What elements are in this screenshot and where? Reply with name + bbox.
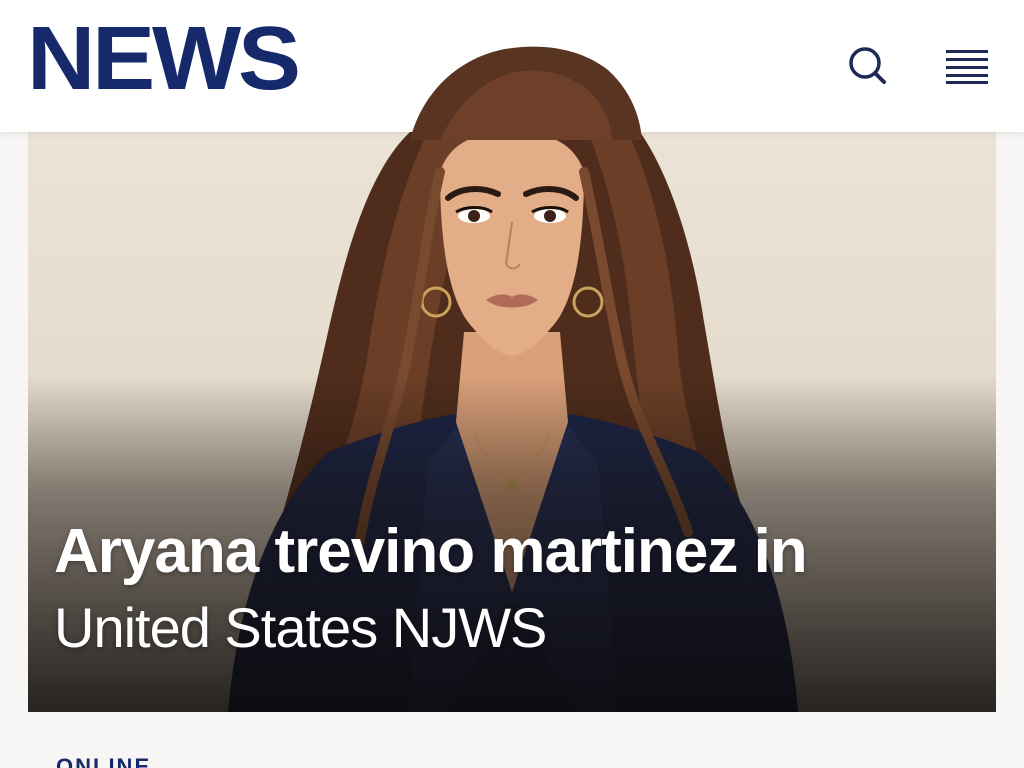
search-button[interactable] [842, 40, 894, 92]
search-icon [849, 47, 886, 84]
news-page: NEWS Aryana trevino martinez in United S… [0, 0, 1024, 768]
menu-button[interactable] [941, 40, 993, 92]
hero-feature[interactable]: Aryana trevino martinez in United States… [28, 132, 996, 712]
hamburger-menu-icon [946, 50, 988, 84]
section-label: ONLINE [56, 754, 152, 768]
hero-headline-line2: United States NJWS [54, 596, 547, 659]
hero-headline-line1: Aryana trevino martinez in [54, 517, 808, 586]
site-header: NEWS [0, 0, 1024, 132]
hero-headline[interactable]: Aryana trevino martinez in United States… [54, 514, 974, 666]
site-logo[interactable]: NEWS [27, 14, 301, 104]
